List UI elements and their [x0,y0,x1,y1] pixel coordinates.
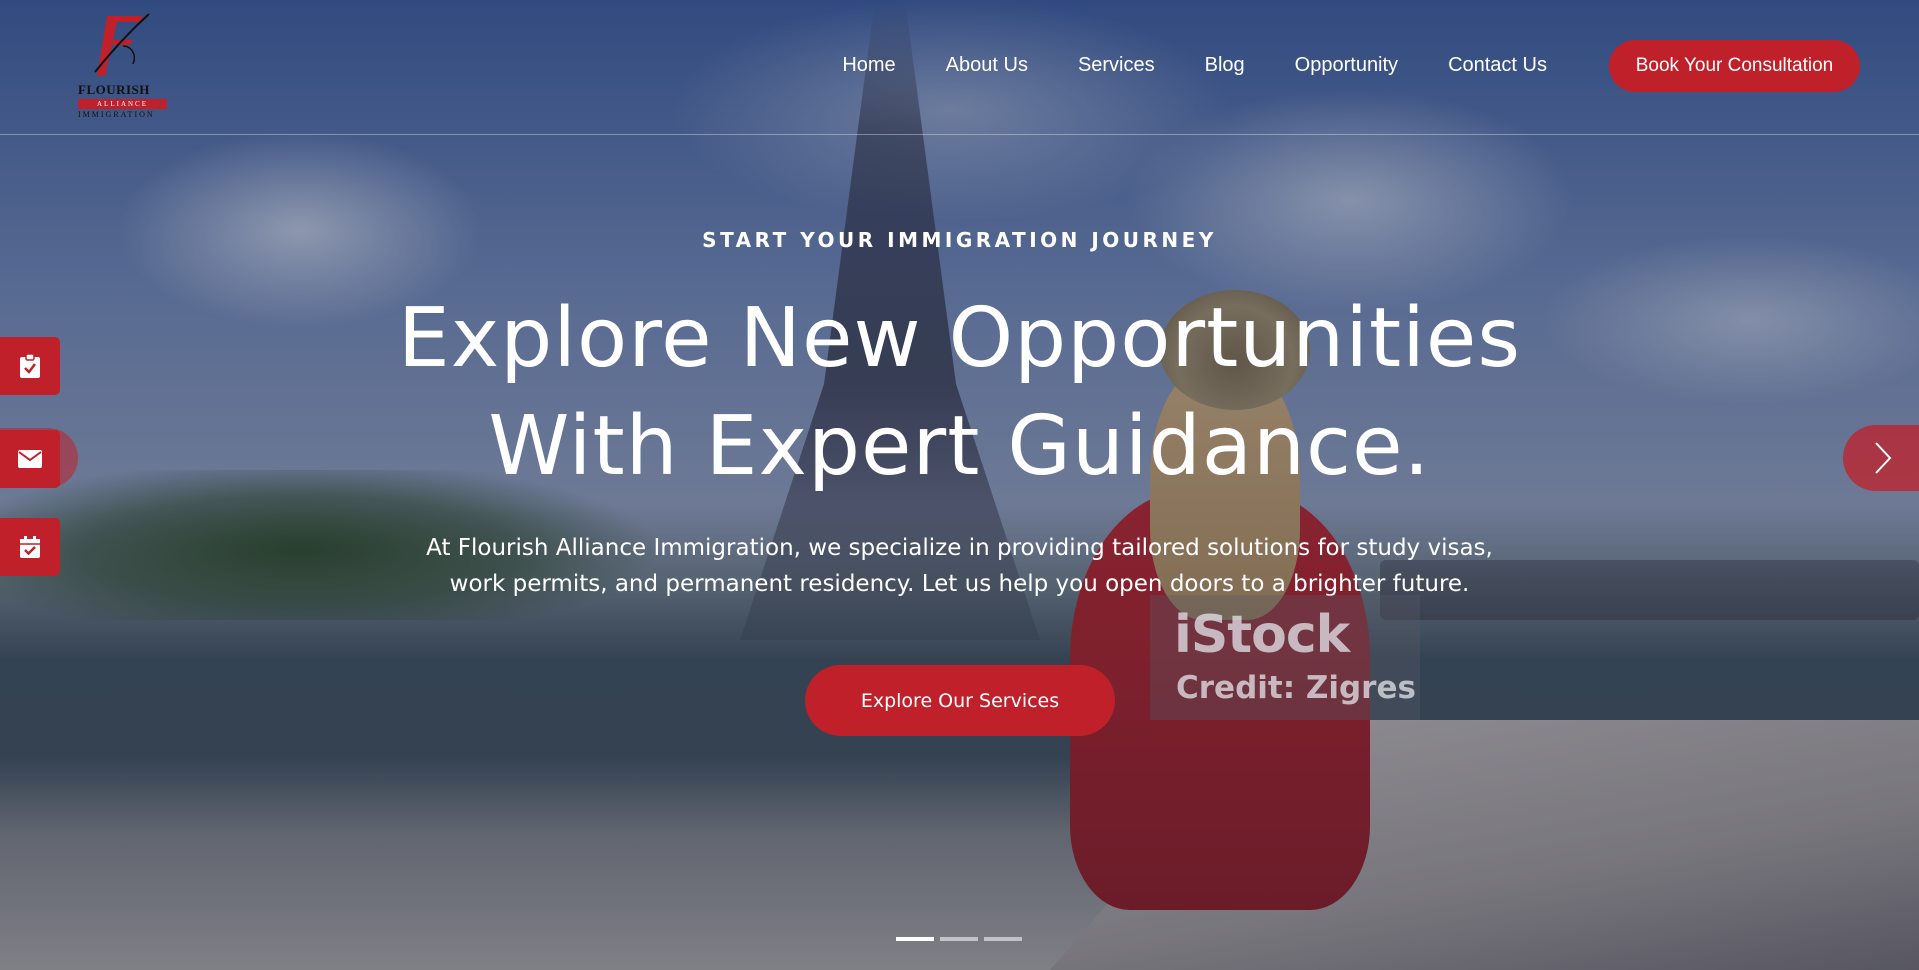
brand-logo[interactable]: FLOURISH ALLIANCE IMMIGRATION [75,12,170,122]
slider-next-button[interactable] [1843,425,1919,491]
hero-section: FLOURISH ALLIANCE IMMIGRATION Home About… [0,0,1919,970]
logo-text-alliance: ALLIANCE [78,99,167,109]
logo-mark-icon [94,13,150,76]
logo-text-flourish: FLOURISH [78,82,150,97]
nav-home[interactable]: Home [842,54,895,77]
nav-blog[interactable]: Blog [1205,54,1245,77]
slider-dots [896,937,1028,941]
hero-headline: Explore New Opportunities With Expert Gu… [0,285,1919,501]
nav-opportunity[interactable]: Opportunity [1295,54,1398,77]
slider-dot-2[interactable] [940,937,978,941]
logo-text-immigration: IMMIGRATION [78,110,155,119]
watermark-brand: iStock [1174,605,1350,665]
hero-eyebrow: START YOUR IMMIGRATION JOURNEY [702,228,1217,252]
envelope-icon [18,450,42,468]
side-button-email[interactable] [0,430,60,488]
slider-dot-1[interactable] [896,937,934,941]
stock-watermark: iStock Credit: Zigres [1150,595,1420,720]
side-button-assessment[interactable] [0,337,60,395]
hero-headline-line1: Explore New Opportunities [397,291,1522,386]
nav-contact-us[interactable]: Contact Us [1448,54,1547,77]
site-header: FLOURISH ALLIANCE IMMIGRATION Home About… [0,0,1919,135]
watermark-credit: Credit: Zigres [1176,670,1416,706]
nav-about-us[interactable]: About Us [946,54,1028,77]
main-nav: Home About Us Services Blog Opportunity … [842,54,1579,77]
side-button-appointment[interactable] [0,518,60,576]
book-consultation-button[interactable]: Book Your Consultation [1609,40,1860,92]
hero-subtitle: At Flourish Alliance Immigration, we spe… [426,535,1493,597]
slider-dot-3[interactable] [984,937,1022,941]
clipboard-check-icon [20,353,40,378]
chevron-right-icon [1875,442,1892,474]
hero-headline-line2: With Expert Guidance. [488,399,1431,494]
explore-services-button[interactable]: Explore Our Services [805,665,1115,736]
calendar-check-icon [20,536,40,558]
nav-services[interactable]: Services [1078,54,1155,77]
